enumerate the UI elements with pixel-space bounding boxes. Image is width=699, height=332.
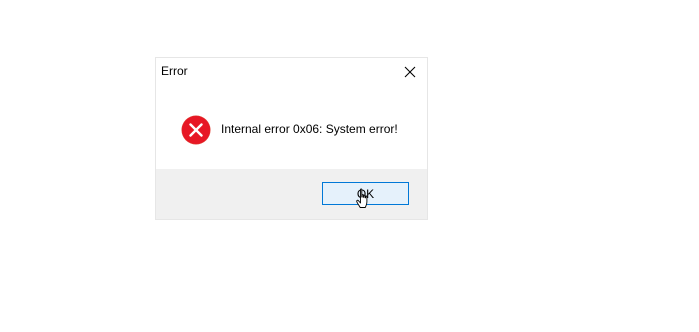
close-button[interactable] [393, 58, 427, 86]
close-icon [404, 66, 416, 78]
title-bar: Error [156, 58, 427, 86]
button-bar: OK [156, 169, 427, 219]
ok-button[interactable]: OK [322, 182, 409, 205]
error-dialog: Error Internal error 0x06: System error!… [155, 57, 428, 220]
dialog-content: Internal error 0x06: System error! [156, 86, 427, 171]
error-x-icon [181, 115, 211, 145]
error-message: Internal error 0x06: System error! [221, 122, 398, 136]
dialog-title: Error [161, 64, 188, 78]
